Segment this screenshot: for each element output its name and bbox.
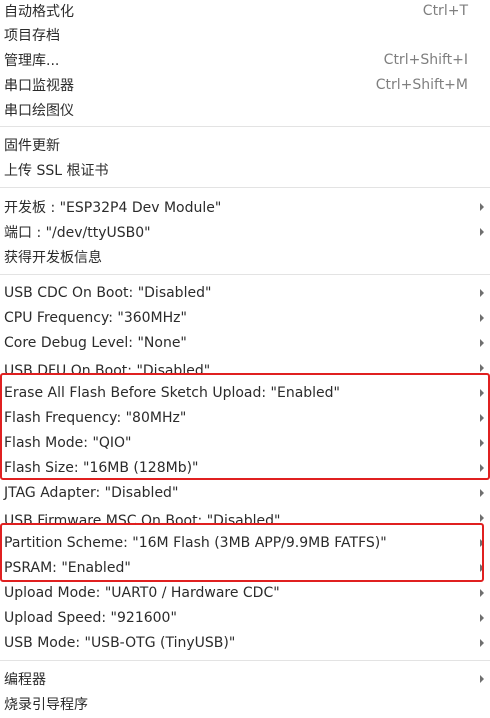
menu-separator <box>0 187 490 188</box>
menu-item-label: 端口 : "/dev/ttyUSB0" <box>4 224 151 241</box>
submenu-arrow-icon <box>480 363 484 372</box>
menu-item-upload-speed[interactable]: Upload Speed: "921600" <box>0 605 490 630</box>
menu-item-jtag-adapter[interactable]: JTAG Adapter: "Disabled" <box>0 480 490 505</box>
menu-separator <box>0 274 490 275</box>
menu-item-label: 获得开发板信息 <box>4 249 102 266</box>
submenu-arrow-icon <box>480 463 484 472</box>
menu-item-label: PSRAM: "Enabled" <box>4 559 131 576</box>
menu-item-erase-all-flash[interactable]: Erase All Flash Before Sketch Upload: "E… <box>0 380 490 405</box>
menu-item-label: JTAG Adapter: "Disabled" <box>4 484 179 501</box>
submenu-arrow-icon <box>480 613 484 622</box>
menu-item-serial-plotter[interactable]: 串口绘图仪 <box>0 97 490 122</box>
submenu-arrow-icon <box>480 674 484 683</box>
menu-item-upload-mode[interactable]: Upload Mode: "UART0 / Hardware CDC" <box>0 580 490 605</box>
menu-separator <box>0 126 490 127</box>
shortcut-label: Ctrl+Shift+I <box>383 51 468 68</box>
menu-item-label: Flash Mode: "QIO" <box>4 434 132 451</box>
submenu-arrow-icon <box>480 513 484 522</box>
menu-item-programmer[interactable]: 编程器 <box>0 666 490 691</box>
menu-item-core-debug-level[interactable]: Core Debug Level: "None" <box>0 330 490 355</box>
menu-item-board[interactable]: 开发板 : "ESP32P4 Dev Module" <box>0 194 490 219</box>
menu-item-label: USB Mode: "USB-OTG (TinyUSB)" <box>4 634 236 651</box>
menu-item-upload-ssl-cert[interactable]: 上传 SSL 根证书 <box>0 157 490 182</box>
menu-item-label: USB DFU On Boot: "Disabled" <box>4 363 211 377</box>
menu-item-port[interactable]: 端口 : "/dev/ttyUSB0" <box>0 219 490 244</box>
submenu-arrow-icon <box>480 538 484 547</box>
shortcut-label: Ctrl+Shift+M <box>375 76 468 93</box>
menu-item-board-info[interactable]: 获得开发板信息 <box>0 244 490 269</box>
submenu-arrow-icon <box>480 338 484 347</box>
menu-item-usb-dfu-on-boot[interactable]: USB DFU On Boot: "Disabled" <box>0 355 490 380</box>
menu-item-label: Upload Speed: "921600" <box>4 609 177 626</box>
menu-item-label: 串口监视器 <box>4 77 74 94</box>
menu-item-partition-scheme[interactable]: Partition Scheme: "16M Flash (3MB APP/9.… <box>0 530 490 555</box>
menu-item-psram[interactable]: PSRAM: "Enabled" <box>0 555 490 580</box>
menu-item-label: 自动格式化 <box>4 3 74 20</box>
menu-item-label: Upload Mode: "UART0 / Hardware CDC" <box>4 584 280 601</box>
menu-item-flash-mode[interactable]: Flash Mode: "QIO" <box>0 430 490 455</box>
submenu-arrow-icon <box>480 388 484 397</box>
submenu-arrow-icon <box>480 588 484 597</box>
menu-item-burn-bootloader[interactable]: 烧录引导程序 <box>0 691 490 716</box>
menu-item-label: USB Firmware MSC On Boot: "Disabled" <box>4 513 281 527</box>
menu-item-flash-frequency[interactable]: Flash Frequency: "80MHz" <box>0 405 490 430</box>
submenu-arrow-icon <box>480 488 484 497</box>
menu-item-serial-monitor[interactable]: 串口监视器 Ctrl+Shift+M <box>0 72 490 97</box>
shortcut-label: Ctrl+T <box>422 2 468 19</box>
submenu-arrow-icon <box>480 227 484 236</box>
menu-item-label: 编程器 <box>4 671 46 688</box>
menu-item-label: 上传 SSL 根证书 <box>4 162 109 179</box>
menu-item-usb-firmware-msc[interactable]: USB Firmware MSC On Boot: "Disabled" <box>0 505 490 530</box>
submenu-arrow-icon <box>480 288 484 297</box>
menu-item-archive-sketch[interactable]: 项目存档 <box>0 22 490 47</box>
menu-item-label: Flash Size: "16MB (128Mb)" <box>4 459 199 476</box>
menu-item-label: 开发板 : "ESP32P4 Dev Module" <box>4 199 222 216</box>
menu-item-auto-format[interactable]: 自动格式化 Ctrl+T <box>0 0 490 23</box>
menu-item-label: Erase All Flash Before Sketch Upload: "E… <box>4 384 340 401</box>
submenu-arrow-icon <box>480 413 484 422</box>
menu-item-label: Core Debug Level: "None" <box>4 334 187 351</box>
menu-item-label: 烧录引导程序 <box>4 696 88 713</box>
menu-item-label: Flash Frequency: "80MHz" <box>4 409 187 426</box>
submenu-arrow-icon <box>480 313 484 322</box>
menu-item-cpu-frequency[interactable]: CPU Frequency: "360MHz" <box>0 305 490 330</box>
menu-item-label: Partition Scheme: "16M Flash (3MB APP/9.… <box>4 534 387 551</box>
menu-item-usb-mode[interactable]: USB Mode: "USB-OTG (TinyUSB)" <box>0 630 490 655</box>
menu-item-label: 串口绘图仪 <box>4 102 74 119</box>
menu-item-manage-libraries[interactable]: 管理库... Ctrl+Shift+I <box>0 47 490 72</box>
submenu-arrow-icon <box>480 563 484 572</box>
menu-item-label: 项目存档 <box>4 27 60 44</box>
menu-item-label: 管理库... <box>4 52 60 69</box>
menu-item-label: CPU Frequency: "360MHz" <box>4 309 187 326</box>
submenu-arrow-icon <box>480 438 484 447</box>
submenu-arrow-icon <box>480 202 484 211</box>
menu-item-firmware-update[interactable]: 固件更新 <box>0 132 490 157</box>
menu-separator <box>0 660 490 661</box>
menu-item-label: 固件更新 <box>4 137 60 154</box>
submenu-arrow-icon <box>480 638 484 647</box>
menu-item-label: USB CDC On Boot: "Disabled" <box>4 284 212 301</box>
menu-item-usb-cdc-on-boot[interactable]: USB CDC On Boot: "Disabled" <box>0 280 490 305</box>
menu-item-flash-size[interactable]: Flash Size: "16MB (128Mb)" <box>0 455 490 480</box>
